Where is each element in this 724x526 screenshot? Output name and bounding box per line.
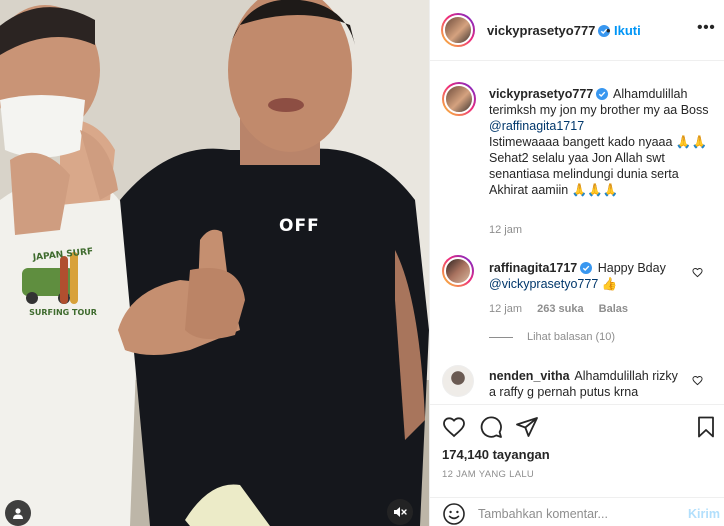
comment-avatar[interactable] [442, 255, 474, 287]
verified-icon [596, 88, 609, 100]
comment-likes[interactable]: 263 suka [537, 303, 583, 315]
post-timestamp[interactable]: 12 JAM YANG LALU [442, 469, 534, 480]
view-count[interactable]: 174,140 tayangan [442, 447, 550, 462]
tagged-users-button[interactable] [5, 500, 31, 526]
comment-text: raffinagita1717 Happy Bday @vickyprasety… [489, 260, 685, 292]
emoji-icon[interactable] [442, 502, 466, 526]
caption-username[interactable]: vickyprasetyo777 [489, 87, 609, 101]
more-options-button[interactable]: ••• [697, 20, 715, 36]
heart-icon[interactable] [692, 267, 703, 278]
post-actions: 174,140 tayangan 12 JAM YANG LALU Kirim [430, 404, 724, 526]
caption-time[interactable]: 12 jam [489, 224, 522, 236]
view-replies-button[interactable]: Lihat balasan (10) [489, 331, 615, 343]
replies-divider [489, 336, 513, 338]
comment-avatar[interactable] [442, 365, 474, 397]
caption-text: vickyprasetyo777 Alhamdulillah terimksh … [489, 86, 711, 198]
post-comment-button[interactable]: Kirim [688, 507, 720, 521]
post-media[interactable]: JAPAN SURF SURFING TOUR OFF [0, 0, 429, 526]
view-replies-label: Lihat balasan (10) [527, 331, 616, 343]
comments-list[interactable]: vickyprasetyo777 Alhamdulillah terimksh … [430, 62, 724, 404]
heart-icon[interactable] [442, 415, 466, 439]
mute-button[interactable] [387, 499, 413, 525]
comment-text: nenden_vitha Alhamdulillah rizky a raffy… [489, 368, 685, 400]
author-avatar[interactable] [441, 13, 475, 47]
comment-mention[interactable]: @vickyprasetyo777 [489, 277, 598, 291]
comment-emoji: 👍 [601, 277, 618, 291]
comment-body: Happy Bday [597, 261, 666, 275]
reply-button[interactable]: Balas [599, 303, 628, 315]
comment-username[interactable]: nenden_vitha [489, 369, 570, 383]
shirt-text: OFF [279, 216, 320, 236]
post-header: vickyprasetyo777 • Ikuti ••• [430, 0, 724, 61]
follow-button[interactable]: Ikuti [614, 23, 641, 38]
mute-icon [394, 507, 407, 517]
comment-time[interactable]: 12 jam [489, 303, 522, 315]
caption-meta: 12 jam [489, 224, 534, 236]
heart-icon[interactable] [692, 375, 703, 386]
caption-avatar[interactable] [442, 82, 476, 116]
post-sidebar: vickyprasetyo777 • Ikuti ••• vickypraset… [429, 0, 724, 526]
caption-mention[interactable]: @raffinagita1717 [489, 119, 584, 133]
tee-print: JAPAN SURF SURFING TOUR [14, 247, 112, 317]
tee-print-bottom: SURFING TOUR [29, 308, 97, 317]
verified-icon [580, 262, 593, 274]
comment-input[interactable] [478, 504, 668, 524]
comment-icon[interactable] [479, 415, 503, 439]
caption-line-4: Sehat2 selalu yaa Jon Allah swt senantia… [489, 151, 679, 197]
comment-composer: Kirim [430, 497, 724, 526]
comment-username[interactable]: raffinagita1717 [489, 261, 593, 275]
comment-meta: 12 jam 263 suka Balas [489, 303, 640, 315]
author-username[interactable]: vickyprasetyo777 [487, 23, 611, 38]
caption-line-3: Istimewaaaa bangett kado nyaaa 🙏🙏 [489, 135, 708, 149]
bookmark-icon[interactable] [694, 415, 718, 439]
user-tag-icon [13, 508, 23, 519]
separator-dot: • [606, 23, 611, 38]
share-icon[interactable] [515, 415, 539, 439]
